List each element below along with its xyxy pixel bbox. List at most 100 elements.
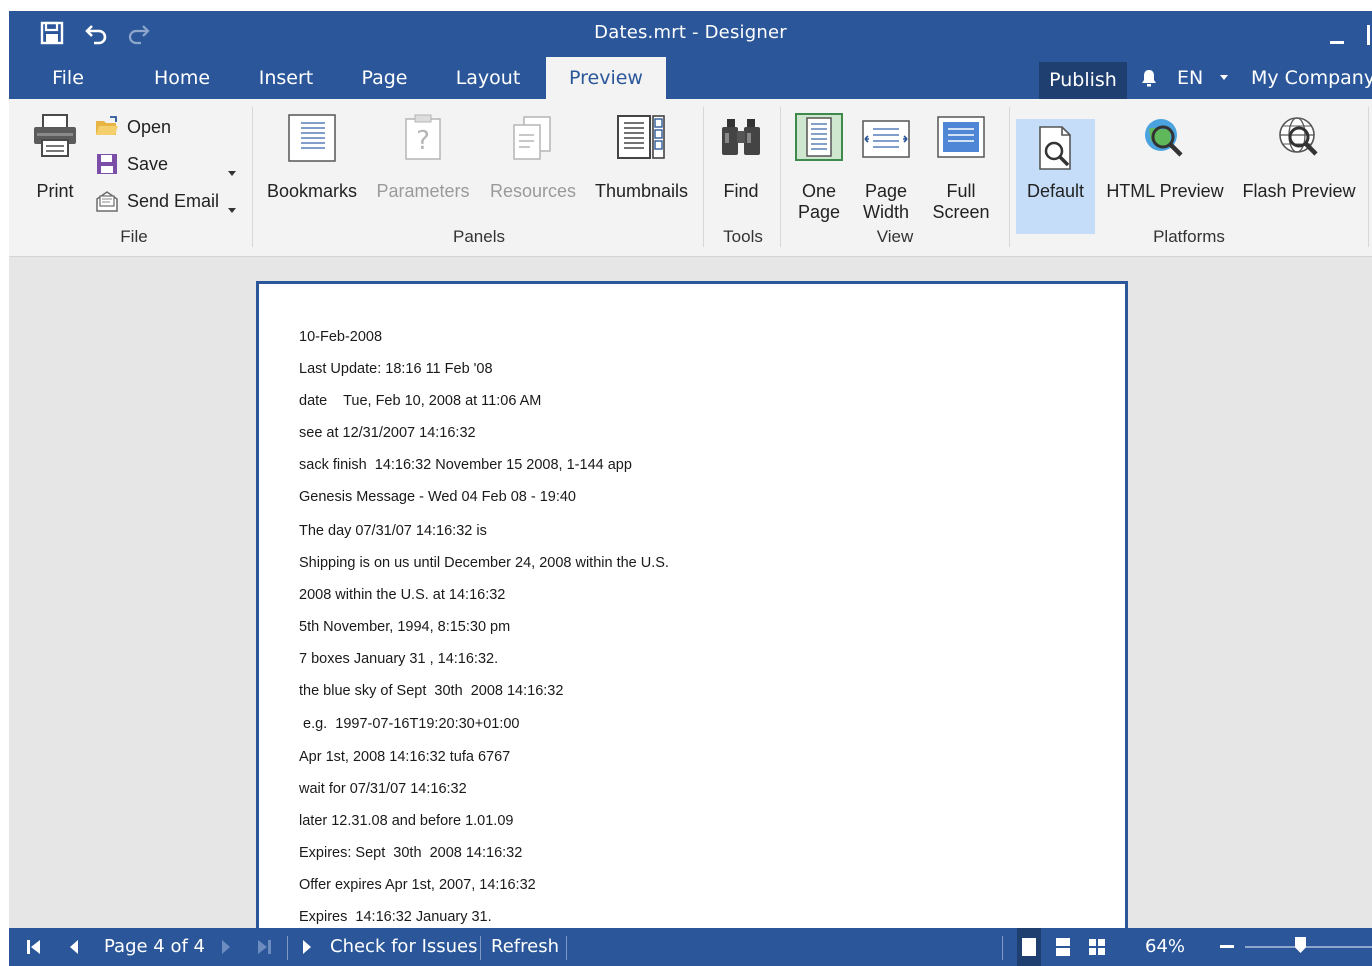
ribbon-separator	[1368, 107, 1369, 247]
send-email-button[interactable]: Send Email	[95, 186, 219, 216]
bell-icon[interactable]	[1139, 68, 1159, 88]
default-platform-label: Default	[1026, 181, 1085, 201]
tab-home[interactable]: Home	[137, 57, 227, 99]
tab-preview[interactable]: Preview	[546, 57, 666, 99]
parameters-button[interactable]: ? Parameters	[375, 111, 471, 211]
thumbnails-label: Thumbnails	[595, 181, 689, 201]
html-preview-label: HTML Preview	[1106, 181, 1224, 201]
flash-preview-icon	[1279, 117, 1318, 156]
report-text-line: 5th November, 1994, 8:15:30 pm	[299, 619, 511, 635]
document-search-icon	[1038, 126, 1071, 170]
tab-layout[interactable]: Layout	[439, 57, 537, 99]
chevron-down-icon[interactable]	[1220, 75, 1228, 80]
zoom-slider-thumb[interactable]	[1295, 937, 1306, 953]
open-label: Open	[127, 116, 172, 137]
one-page-button[interactable]: One Page	[791, 111, 847, 223]
play-icon[interactable]	[301, 928, 317, 966]
page-width-icon	[862, 120, 910, 158]
ribbon-separator	[1009, 107, 1010, 247]
refresh-button[interactable]: Refresh	[491, 928, 559, 966]
resources-button[interactable]: Resources	[483, 111, 583, 211]
report-text-line: e.g. 1997-07-16T19:20:30+01:00	[299, 716, 520, 732]
thumbnails-icon	[617, 115, 665, 159]
tab-file[interactable]: File	[29, 57, 107, 99]
report-text-line: 10-Feb-2008	[299, 329, 383, 345]
document-viewport[interactable]: 10-Feb-2008 Last Update: 18:16 11 Feb '08…	[9, 257, 1372, 928]
publish-button[interactable]: Publish	[1039, 62, 1127, 99]
bookmarks-label: Bookmarks	[266, 181, 358, 201]
statusbar-separator	[287, 936, 288, 960]
save-icon	[97, 154, 117, 174]
file-group-label: File	[120, 227, 148, 246]
report-text-line: Genesis Message - Wed 04 Feb 08 - 19:40	[299, 489, 576, 505]
single-page-view-icon[interactable]	[1017, 928, 1041, 966]
report-text-line: date Tue, Feb 10, 2008 at 11:06 AM	[299, 393, 542, 409]
zoom-value: 64%	[1145, 936, 1186, 957]
find-button[interactable]: Find	[713, 111, 769, 211]
statusbar-separator	[480, 936, 481, 960]
minimize-button[interactable]	[1322, 23, 1350, 47]
html-preview-button[interactable]: HTML Preview	[1101, 111, 1229, 211]
report-page: 10-Feb-2008 Last Update: 18:16 11 Feb '08…	[256, 281, 1128, 928]
next-page-icon[interactable]	[219, 928, 237, 966]
report-text-line: later 12.31.08 and before 1.01.09	[299, 813, 514, 829]
report-text-line: 7 boxes January 31 , 14:16:32.	[299, 651, 499, 667]
report-text-line: wait for 07/31/07 14:16:32	[299, 781, 467, 797]
full-screen-label-line2: Screen	[932, 202, 990, 222]
open-button[interactable]: Open	[95, 112, 171, 142]
platforms-group-label: Platforms	[1153, 227, 1225, 246]
report-text-line: 2008 within the U.S. at 14:16:32	[299, 587, 506, 603]
status-bar: Page 4 of 4 Check for Issues Refresh 64%	[9, 928, 1372, 966]
ribbon-separator	[703, 107, 704, 247]
thumbnails-button[interactable]: Thumbnails	[595, 111, 689, 211]
last-page-icon[interactable]	[255, 928, 277, 966]
report-text-line: Expires: Sept 30th 2008 14:16:32	[299, 845, 523, 861]
find-label: Find	[723, 181, 759, 201]
report-text-line: Last Update: 18:16 11 Feb '08	[299, 361, 493, 377]
report-text-line: see at 12/31/2007 14:16:32	[299, 425, 476, 441]
bookmarks-button[interactable]: Bookmarks	[264, 111, 360, 211]
send-email-dropdown-icon[interactable]	[228, 208, 236, 213]
check-issues-button[interactable]: Check for Issues	[330, 928, 478, 966]
resources-label: Resources	[489, 181, 577, 201]
continuous-view-icon[interactable]	[1053, 928, 1073, 966]
window-title: Dates.mrt - Designer	[594, 22, 787, 43]
language-select[interactable]: EN	[1177, 57, 1203, 99]
one-page-label-line1: One	[801, 181, 837, 201]
maximize-button[interactable]	[1367, 25, 1372, 45]
page-width-label-line1: Page	[864, 181, 908, 201]
ribbon-separator	[780, 107, 781, 247]
panels-group-label: Panels	[453, 227, 505, 246]
tab-page[interactable]: Page	[347, 57, 422, 99]
multiple-pages-view-icon[interactable]	[1087, 928, 1107, 966]
zoom-out-icon[interactable]	[1219, 928, 1235, 966]
ribbon: Print Open Save Send Email File Bookmark…	[9, 99, 1372, 257]
save-label: Save	[127, 153, 169, 174]
print-button[interactable]: Print	[27, 111, 83, 211]
resources-icon	[513, 116, 551, 160]
full-screen-icon	[937, 116, 985, 158]
first-page-icon[interactable]	[25, 928, 47, 966]
bookmarks-icon	[288, 114, 336, 162]
default-platform-button[interactable]: Default	[1016, 119, 1095, 234]
flash-preview-button[interactable]: Flash Preview	[1241, 111, 1357, 211]
save-dropdown-icon[interactable]	[228, 171, 236, 176]
save-button[interactable]: Save	[95, 149, 168, 179]
report-text-line: Shipping is on us until December 24, 200…	[299, 555, 669, 571]
page-indicator: Page 4 of 4	[104, 936, 205, 957]
zoom-slider[interactable]	[1245, 937, 1372, 953]
full-screen-button[interactable]: Full Screen	[927, 111, 995, 223]
statusbar-separator	[1002, 936, 1003, 960]
report-text-line: Expires 14:16:32 January 31.	[299, 909, 492, 925]
parameters-icon: ?	[405, 114, 441, 160]
company-label[interactable]: My Company	[1251, 57, 1372, 99]
view-group-label: View	[876, 227, 914, 246]
tab-insert[interactable]: Insert	[242, 57, 330, 99]
page-width-button[interactable]: Page Width	[857, 111, 915, 223]
report-text-line: The day 07/31/07 14:16:32 is	[299, 523, 487, 539]
previous-page-icon[interactable]	[67, 928, 85, 966]
send-email-label: Send Email	[127, 190, 220, 211]
page-width-label-line2: Width	[862, 202, 909, 222]
menu-tabs: File Home Insert Page Layout Preview Pub…	[9, 57, 1372, 99]
parameters-label: Parameters	[376, 181, 470, 201]
